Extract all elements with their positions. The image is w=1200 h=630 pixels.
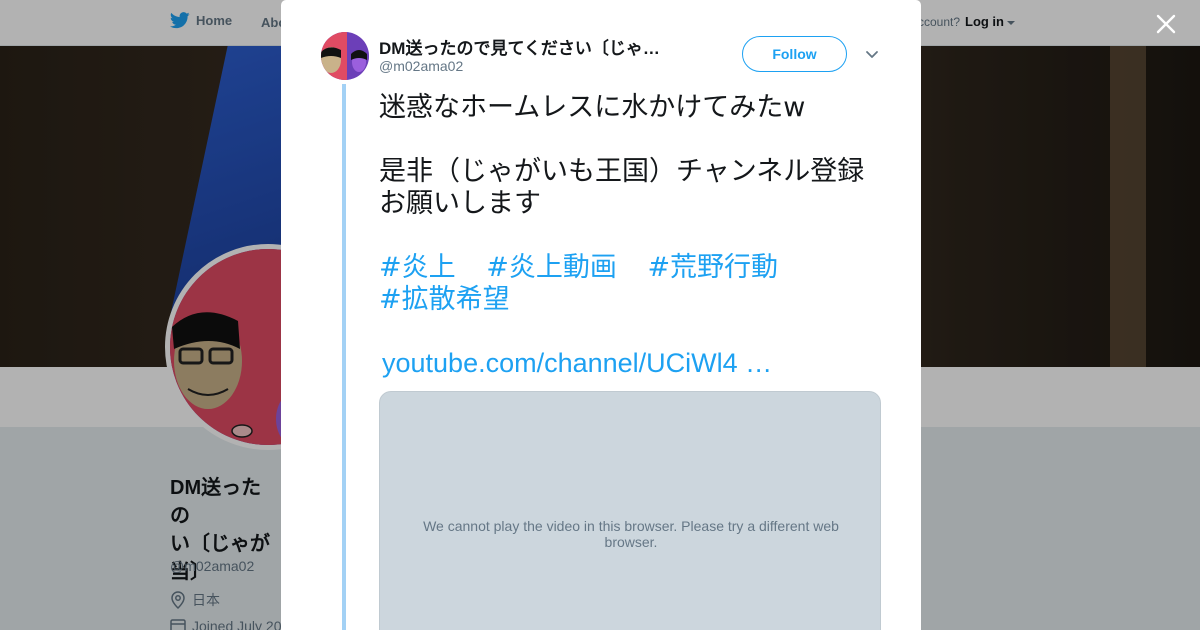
hashtag-link[interactable]: #炎上 [379, 252, 456, 283]
thread-line [342, 84, 346, 630]
hashtag-link[interactable]: #拡散希望 [379, 284, 510, 315]
author-name[interactable]: DM送ったので見てください〔じゃ… [379, 34, 684, 59]
video-player[interactable]: We cannot play the video in this browser… [379, 391, 881, 630]
author-avatar[interactable] [321, 32, 369, 80]
tweet-text: 迷惑なホームレスに水かけてみたw 是非（じゃがいも王国）チャンネル登録お願いしま… [379, 92, 889, 316]
hashtag-link[interactable]: #荒野行動 [647, 252, 778, 283]
more-options-button[interactable] [864, 46, 880, 62]
video-error-message: We cannot play the video in this browser… [423, 518, 839, 550]
author-handle[interactable]: @m02ama02 [379, 58, 463, 74]
tweet-url-link[interactable]: youtube.com/channel/UCiWl4 … [382, 348, 772, 379]
close-button[interactable] [1154, 12, 1178, 36]
tweet-modal: DM送ったので見てください〔じゃ… @m02ama02 Follow 迷惑なホー… [281, 0, 921, 630]
close-icon [1156, 14, 1176, 34]
hashtag-row-1: #炎上 #炎上動画 #荒野行動 [379, 252, 889, 284]
tweet-line-1: 迷惑なホームレスに水かけてみたw [379, 92, 806, 123]
follow-button[interactable]: Follow [742, 36, 847, 72]
chevron-down-icon [866, 51, 878, 58]
tweet-line-2: 是非（じゃがいも王国）チャンネル登録お願いします [379, 156, 865, 219]
hashtag-row-2: #拡散希望 [379, 284, 889, 316]
avatar-illustration [321, 32, 369, 80]
hashtag-link[interactable]: #炎上動画 [486, 252, 617, 283]
